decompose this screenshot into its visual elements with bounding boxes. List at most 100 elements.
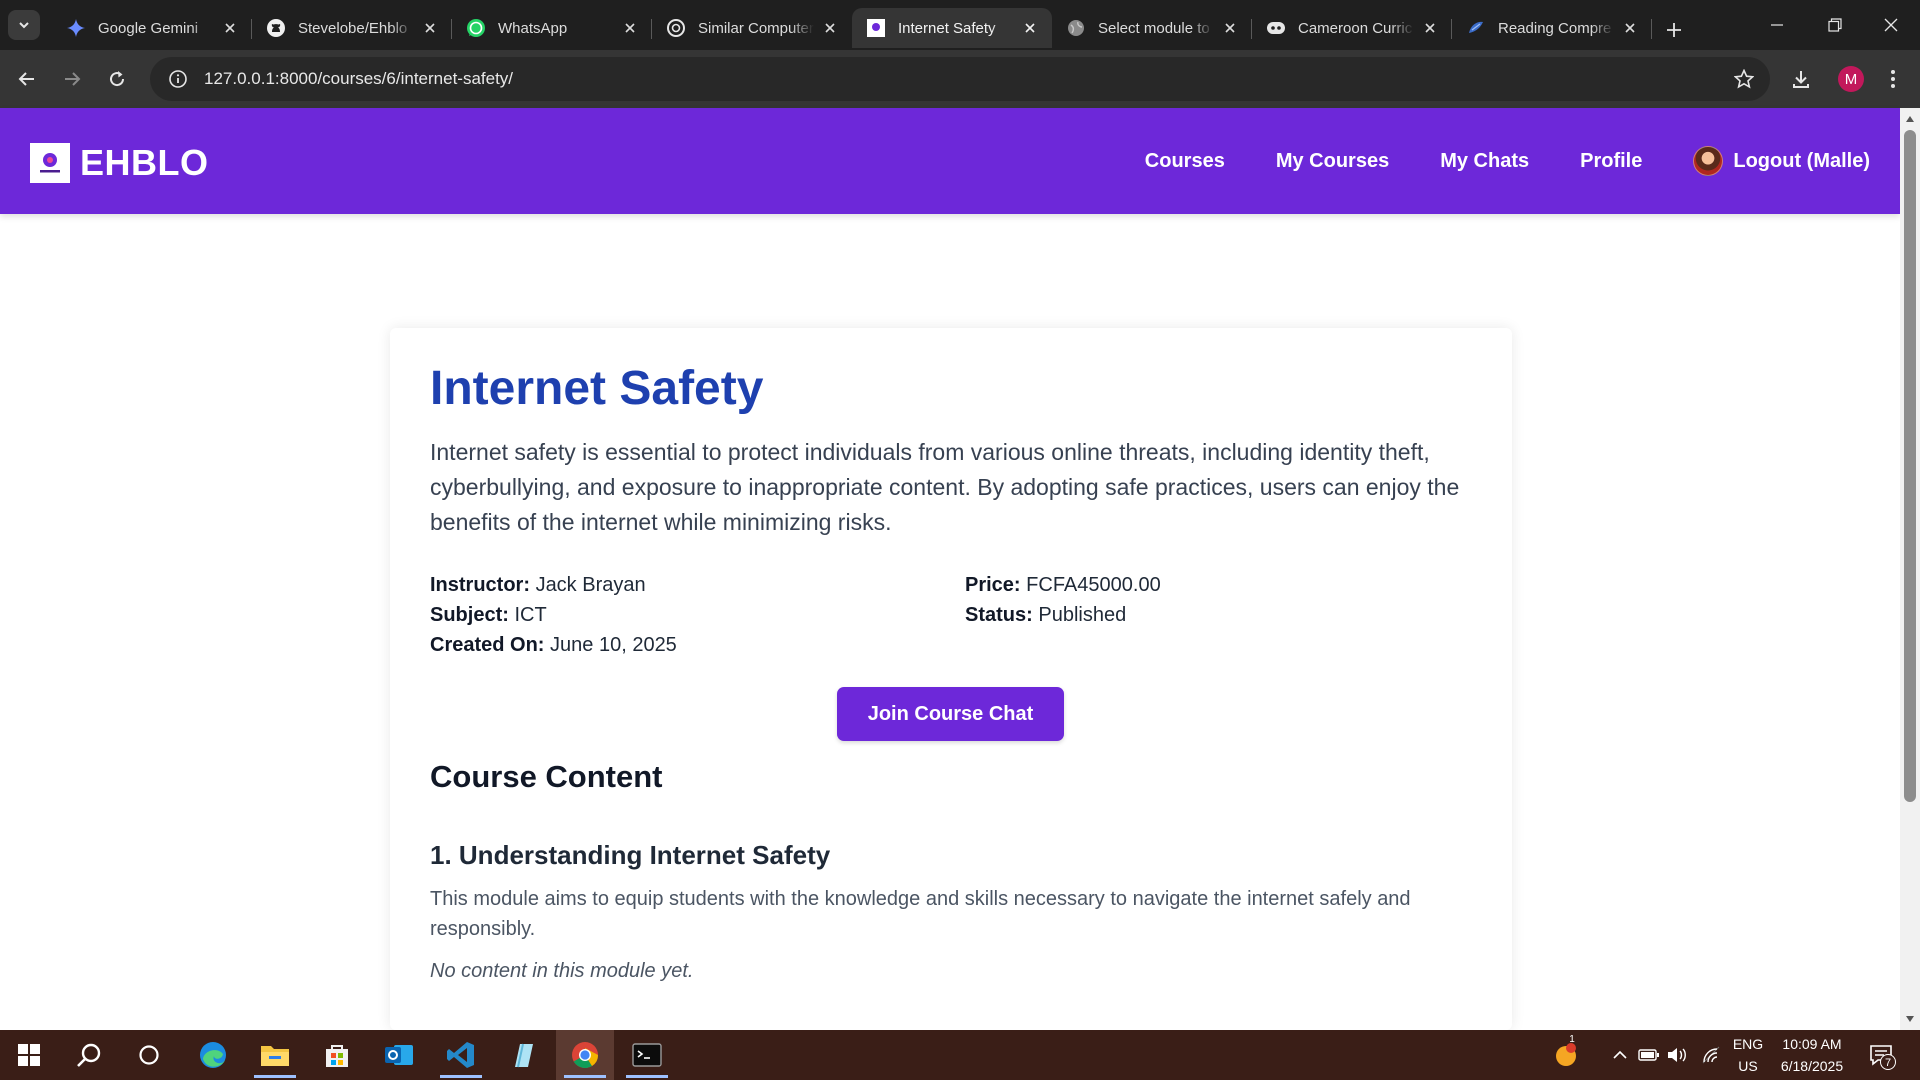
taskbar-file-explorer[interactable] xyxy=(246,1030,304,1080)
start-button[interactable] xyxy=(0,1030,58,1080)
battery-icon xyxy=(1638,1049,1659,1061)
tab-title: WhatsApp xyxy=(498,19,568,37)
scrollbar-thumb[interactable] xyxy=(1904,130,1916,802)
language-indicator[interactable]: ENG US xyxy=(1728,1033,1768,1077)
taskbar-outlook[interactable] xyxy=(370,1030,428,1080)
brand-link[interactable]: EHBLO xyxy=(30,142,209,184)
chevron-down-icon xyxy=(19,22,29,29)
tab-search-button[interactable] xyxy=(8,10,40,40)
ehblo-logo-icon xyxy=(30,143,70,183)
minimize-button[interactable] xyxy=(1748,0,1806,50)
tab-close-icon[interactable] xyxy=(820,18,840,38)
user-avatar xyxy=(1693,146,1724,176)
page-scrollbar[interactable] xyxy=(1900,108,1920,1030)
new-tab-button[interactable] xyxy=(1656,12,1692,48)
tab-title: Cameroon Curric xyxy=(1298,19,1413,37)
tray-overflow-button[interactable] xyxy=(1609,1044,1631,1066)
whatsapp-icon xyxy=(466,18,486,38)
downloads-button[interactable] xyxy=(1783,61,1819,97)
windows-start-icon xyxy=(18,1044,40,1066)
tab-select-module[interactable]: Select module to xyxy=(1052,8,1252,48)
nav-my-chats[interactable]: My Chats xyxy=(1440,150,1529,173)
url-text[interactable]: 127.0.0.1:8000/courses/6/internet-safety… xyxy=(204,69,513,89)
tab-title: Reading Compre xyxy=(1498,19,1612,37)
plus-icon xyxy=(1667,23,1681,37)
close-window-button[interactable] xyxy=(1862,0,1920,50)
status-label: Status: xyxy=(965,604,1033,626)
tab-close-icon[interactable] xyxy=(420,18,440,38)
tab-cameroon-curriculum[interactable]: Cameroon Curric xyxy=(1252,8,1452,48)
course-description: Internet safety is essential to protect … xyxy=(430,439,1460,535)
back-button[interactable] xyxy=(9,61,45,97)
nav-logout[interactable]: Logout (Malle) xyxy=(1693,146,1870,176)
join-course-chat-button[interactable]: Join Course Chat xyxy=(837,687,1064,741)
reload-button[interactable] xyxy=(99,61,135,97)
ehblo-icon xyxy=(866,18,886,38)
tab-close-icon[interactable] xyxy=(1620,18,1640,38)
bookmark-star-icon[interactable] xyxy=(1730,65,1758,93)
more-vertical-icon xyxy=(1891,70,1895,88)
close-icon xyxy=(1884,18,1898,32)
site-info-icon[interactable] xyxy=(156,57,200,101)
wifi-icon xyxy=(1702,1046,1720,1064)
tab-similar-computer[interactable]: Similar Computer xyxy=(652,8,852,48)
tab-reading-comprehension[interactable]: Reading Compre xyxy=(1452,8,1652,48)
taskbar-notepad[interactable] xyxy=(494,1030,552,1080)
volume-button[interactable] xyxy=(1666,1044,1688,1066)
minimize-icon xyxy=(1771,24,1783,26)
browser-menu-button[interactable] xyxy=(1875,61,1911,97)
main-nav: Courses My Courses My Chats Profile Logo… xyxy=(1094,108,1870,214)
status-value: Published xyxy=(1038,604,1127,626)
tab-close-icon[interactable] xyxy=(1420,18,1440,38)
battery-button[interactable] xyxy=(1638,1044,1660,1066)
instructor-value: Jack Brayan xyxy=(535,574,646,596)
tab-close-icon[interactable] xyxy=(620,18,640,38)
tab-title: Internet Safety xyxy=(898,19,996,37)
taskbar-edge[interactable] xyxy=(184,1030,242,1080)
chrome-icon xyxy=(572,1042,599,1069)
speaker-icon xyxy=(1668,1048,1686,1062)
network-button[interactable] xyxy=(1700,1044,1722,1066)
course-meta-right: Price: FCFA45000.00 Status: Published xyxy=(965,570,1161,630)
taskbar-store[interactable] xyxy=(308,1030,366,1080)
profile-avatar[interactable]: M xyxy=(1838,66,1864,92)
tab-github[interactable]: Stevelobe/Ehblo xyxy=(252,8,452,48)
terminal-icon xyxy=(632,1043,662,1067)
created-value: June 10, 2025 xyxy=(550,634,677,656)
tab-list: Google Gemini Stevelobe/Ehblo WhatsApp S… xyxy=(52,6,1692,50)
course-meta-left: Instructor: Jack Brayan Subject: ICT Cre… xyxy=(430,570,677,660)
tab-google-gemini[interactable]: Google Gemini xyxy=(52,8,252,48)
tab-title: Select module to xyxy=(1098,19,1210,37)
scroll-down-icon[interactable] xyxy=(1900,1010,1920,1028)
nav-profile[interactable]: Profile xyxy=(1580,150,1642,173)
forward-button[interactable] xyxy=(54,61,90,97)
course-detail-card: Internet Safety Internet safety is essen… xyxy=(390,328,1512,1030)
arrow-right-icon xyxy=(65,72,81,86)
tab-internet-safety[interactable]: Internet Safety xyxy=(852,8,1052,48)
nav-courses[interactable]: Courses xyxy=(1145,150,1225,173)
taskbar-vscode[interactable] xyxy=(432,1030,490,1080)
restore-button[interactable] xyxy=(1806,0,1864,50)
taskbar-chrome[interactable] xyxy=(556,1030,614,1080)
language-label: ENG xyxy=(1732,1036,1764,1052)
scroll-up-icon[interactable] xyxy=(1900,110,1920,128)
tab-close-icon[interactable] xyxy=(1220,18,1240,38)
notification-count: 7 xyxy=(1880,1054,1896,1070)
tab-title: Similar Computer xyxy=(698,19,814,37)
tab-title: Google Gemini xyxy=(98,19,199,37)
tab-whatsapp[interactable]: WhatsApp xyxy=(452,8,652,48)
task-view-button[interactable] xyxy=(120,1030,178,1080)
subject-label: Subject: xyxy=(430,604,509,626)
meta-instructor: Instructor: Jack Brayan xyxy=(430,570,677,600)
address-bar[interactable]: 127.0.0.1:8000/courses/6/internet-safety… xyxy=(150,57,1770,101)
module-title: 1. Understanding Internet Safety xyxy=(430,840,831,870)
tab-close-icon[interactable] xyxy=(1020,18,1040,38)
openai-icon xyxy=(666,18,686,38)
tab-close-icon[interactable] xyxy=(220,18,240,38)
price-label: Price: xyxy=(965,574,1021,596)
taskbar-terminal[interactable] xyxy=(618,1030,676,1080)
tab-title: Stevelobe/Ehblo xyxy=(298,19,408,37)
clock[interactable]: 10:09 AM 6/18/2025 xyxy=(1772,1033,1852,1077)
nav-my-courses[interactable]: My Courses xyxy=(1276,150,1389,173)
taskbar-search-button[interactable] xyxy=(60,1030,118,1080)
